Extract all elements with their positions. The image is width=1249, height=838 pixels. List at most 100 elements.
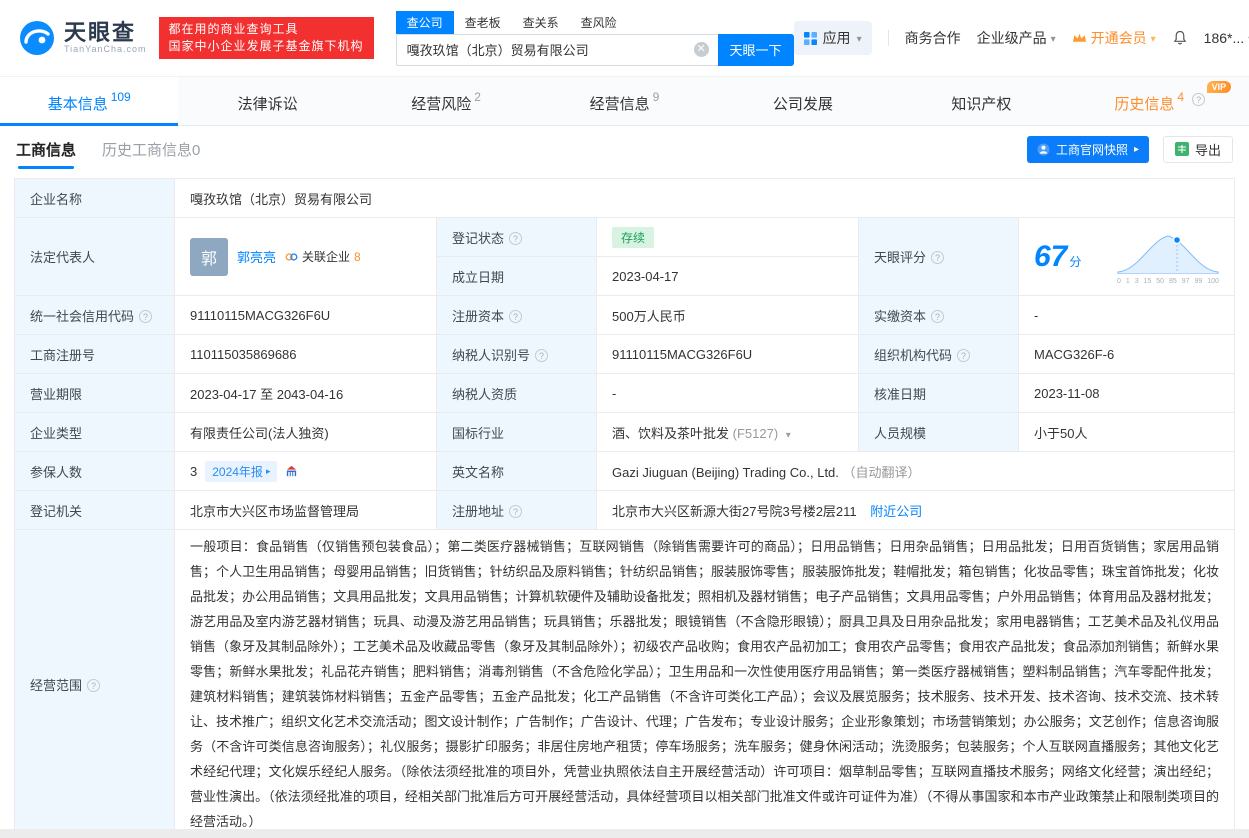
value-reg-authority: 北京市大兴区市场监督管理局 bbox=[174, 490, 437, 530]
value-legal-rep: 郭 郭亮亮 关联企业 8 bbox=[174, 217, 437, 296]
search-input[interactable] bbox=[396, 34, 718, 65]
label-insured-count: 参保人数 bbox=[14, 451, 175, 491]
chevron-down-icon[interactable]: ▾ bbox=[786, 430, 791, 441]
avatar[interactable]: 郭 bbox=[190, 237, 228, 276]
bell-icon[interactable] bbox=[1172, 30, 1188, 46]
tab-business-info[interactable]: 经营信息 9 bbox=[535, 77, 713, 125]
help-icon[interactable] bbox=[139, 309, 153, 323]
tab-history-info[interactable]: VIP 历史信息 4 bbox=[1071, 77, 1249, 125]
value-company-name: 嘎孜玖馆（北京）贸易有限公司 bbox=[174, 178, 1235, 218]
value-taxpayer-quality: - bbox=[596, 373, 859, 413]
label-english-name: 英文名称 bbox=[436, 451, 597, 491]
help-icon[interactable] bbox=[1192, 92, 1206, 106]
value-approval-date: 2023-11-08 bbox=[1018, 373, 1235, 413]
search-tab-risk[interactable]: 查风险 bbox=[570, 11, 628, 34]
promo-banner: 都在用的商业查询工具 国家中小企业发展子基金旗下机构 bbox=[158, 17, 374, 59]
value-taxpayer-id: 91110115MACG326F6U bbox=[596, 334, 859, 374]
annual-report-badge[interactable]: 2024年报 ▸ bbox=[205, 460, 278, 482]
value-industry: 酒、饮料及茶叶批发 (F5127) ▾ bbox=[596, 412, 859, 452]
label-company-type: 企业类型 bbox=[14, 412, 175, 452]
help-icon[interactable] bbox=[931, 309, 945, 323]
value-reg-capital: 500万人民币 bbox=[596, 295, 859, 335]
export-button[interactable]: 导出 bbox=[1162, 135, 1233, 163]
crown-icon bbox=[1072, 32, 1087, 44]
label-business-term: 营业期限 bbox=[14, 373, 175, 413]
score-axis: 0 1 3 15 50 85 97 99 100 bbox=[1117, 277, 1219, 285]
account-phone[interactable]: 186*... ▾ bbox=[1204, 30, 1249, 46]
score-distribution-chart: 0 1 3 15 50 85 97 99 100 bbox=[1117, 228, 1219, 286]
search-tab-boss[interactable]: 查老板 bbox=[454, 11, 512, 34]
value-staff-size: 小于50人 bbox=[1018, 412, 1235, 452]
related-companies-tag[interactable]: 关联企业 8 bbox=[285, 248, 361, 265]
label-staff-size: 人员规模 bbox=[858, 412, 1019, 452]
value-reg-address: 北京市大兴区新源大街27号院3号楼2层211 附近公司 bbox=[596, 490, 1235, 530]
help-icon[interactable] bbox=[509, 309, 523, 323]
official-snapshot-button[interactable]: 工商官网快照 ▸ bbox=[1026, 135, 1149, 163]
promo-line2: 国家中小企业发展子基金旗下机构 bbox=[168, 39, 364, 53]
value-reg-number: 110115035869686 bbox=[174, 334, 437, 374]
label-credit-code: 统一社会信用代码 bbox=[14, 295, 175, 335]
label-paid-capital: 实缴资本 bbox=[858, 295, 1019, 335]
label-org-code: 组织机构代码 bbox=[858, 334, 1019, 374]
score-unit: 分 bbox=[1069, 254, 1082, 269]
label-reg-number: 工商注册号 bbox=[14, 334, 175, 374]
subtab-history-registration[interactable]: 历史工商信息0 bbox=[102, 139, 200, 160]
vip-membership-link[interactable]: 开通会员 ▾ bbox=[1072, 28, 1156, 48]
search-tabs: 查公司 查老板 查关系 查风险 bbox=[395, 10, 794, 34]
help-icon[interactable] bbox=[87, 678, 101, 692]
sub-nav: 工商信息 历史工商信息0 工商官网快照 ▸ 导出 bbox=[0, 126, 1249, 172]
tab-legal-proceedings[interactable]: 法律诉讼 bbox=[178, 77, 356, 125]
search-tab-relation[interactable]: 查关系 bbox=[512, 11, 570, 34]
label-taxpayer-id: 纳税人识别号 bbox=[436, 334, 597, 374]
value-business-term: 2023-04-17 至 2043-04-16 bbox=[174, 373, 437, 413]
tab-company-development[interactable]: 公司发展 bbox=[714, 77, 892, 125]
apps-menu[interactable]: 应用 ▾ bbox=[793, 21, 872, 55]
chevron-down-icon: ▾ bbox=[1150, 33, 1156, 45]
value-business-scope: 一般项目：食品销售（仅销售预包装食品）；第二类医疗器械销售；互联网销售（除销售需… bbox=[174, 529, 1235, 838]
label-reg-capital: 注册资本 bbox=[436, 295, 597, 335]
cooperation-link[interactable]: 商务合作 bbox=[905, 28, 961, 48]
person-icon bbox=[1037, 142, 1050, 156]
label-business-scope: 经营范围 bbox=[14, 529, 175, 838]
search-tab-company[interactable]: 查公司 bbox=[395, 10, 454, 34]
brand-domain: TianYanCha.com bbox=[64, 44, 147, 54]
help-icon[interactable] bbox=[957, 348, 971, 362]
status-badge: 存续 bbox=[612, 226, 655, 248]
nearby-companies-link[interactable]: 附近公司 bbox=[870, 504, 922, 519]
logo[interactable]: 天眼查 TianYanCha.com bbox=[18, 19, 147, 57]
label-reg-authority: 登记机关 bbox=[14, 490, 175, 530]
apps-label: 应用 bbox=[822, 30, 851, 46]
search-button[interactable]: 天眼一下 bbox=[717, 33, 794, 66]
value-tianyan-score[interactable]: 67 分 0 1 3 15 50 85 97 99 100 bbox=[1018, 217, 1235, 296]
help-icon[interactable] bbox=[509, 231, 523, 245]
english-name-note: （自动翻译） bbox=[842, 464, 921, 480]
label-taxpayer-quality: 纳税人资质 bbox=[436, 373, 597, 413]
legal-rep-link[interactable]: 郭亮亮 bbox=[237, 247, 276, 266]
score-value: 67 bbox=[1034, 239, 1068, 273]
help-icon[interactable] bbox=[931, 251, 945, 264]
industry-code: (F5127) bbox=[732, 425, 779, 441]
chevron-down-icon: ▾ bbox=[856, 33, 862, 45]
value-org-code: MACG326F-6 bbox=[1018, 334, 1235, 374]
company-info-section: 企业名称 嘎孜玖馆（北京）贸易有限公司 法定代表人 郭 郭亮亮 关联企业 8 登… bbox=[0, 172, 1249, 838]
search-block: 查公司 查老板 查关系 查风险 ✕ 天眼一下 bbox=[395, 10, 794, 66]
value-reg-status: 存续 bbox=[596, 217, 859, 257]
tab-business-risk[interactable]: 经营风险 2 bbox=[357, 77, 535, 125]
clear-icon[interactable]: ✕ bbox=[693, 42, 709, 57]
help-icon[interactable] bbox=[535, 348, 549, 362]
subtab-business-registration[interactable]: 工商信息 bbox=[16, 139, 76, 169]
annual-report-source-icon[interactable] bbox=[285, 465, 298, 478]
vip-badge: VIP bbox=[1206, 80, 1232, 93]
main-nav: 基本信息 109 法律诉讼 经营风险 2 经营信息 9 公司发展 知识产权 VIP 历… bbox=[0, 76, 1249, 126]
help-icon[interactable] bbox=[509, 504, 523, 518]
value-establish-date: 2023-04-17 bbox=[596, 256, 859, 296]
apps-grid-icon bbox=[803, 31, 817, 45]
value-credit-code: 91110115MACG326F6U bbox=[174, 295, 437, 335]
tab-basic-info[interactable]: 基本信息 109 bbox=[0, 77, 179, 126]
enterprise-products-link[interactable]: 企业级产品 ▾ bbox=[977, 28, 1056, 48]
chevron-down-icon: ▾ bbox=[1050, 33, 1056, 45]
tab-intellectual-property[interactable]: 知识产权 bbox=[892, 77, 1070, 125]
value-company-type: 有限责任公司(法人独资) bbox=[174, 412, 437, 452]
label-industry: 国标行业 bbox=[436, 412, 597, 452]
brand-name: 天眼查 bbox=[64, 20, 137, 45]
